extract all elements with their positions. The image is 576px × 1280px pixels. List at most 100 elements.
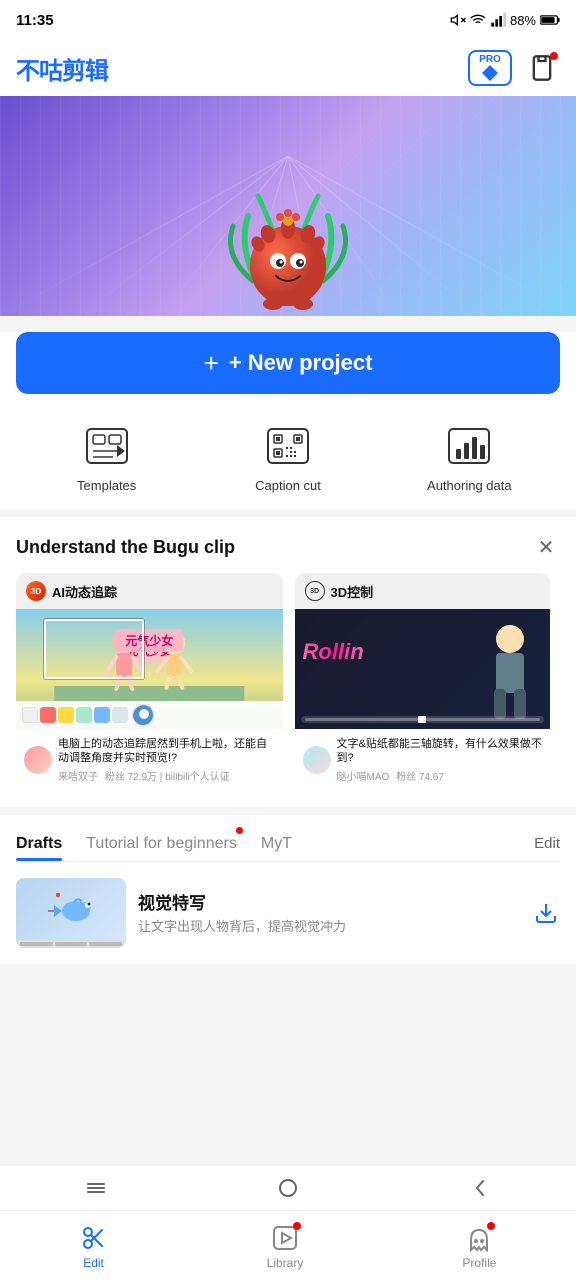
swatch-red xyxy=(40,707,56,723)
recent-apps-icon xyxy=(85,1179,107,1197)
card-fans-3d: 粉丝 74.67 xyxy=(396,772,444,783)
nav-library-label: Library xyxy=(267,1256,304,1270)
monster-svg xyxy=(228,166,348,316)
card-tag-ai: 3D AI动态追踪 xyxy=(16,573,283,609)
understand-title: Understand the Bugu clip xyxy=(16,537,235,558)
wifi-icon xyxy=(470,12,486,28)
card-platform-ai: bilibili个人认证 xyxy=(165,772,229,783)
card-author-row-3d: 文字&贴纸都能三轴旋转，有什么效果做不到? 哒小喵MAO 粉丝 74.67 xyxy=(303,737,543,783)
draft-subtitle: 让文字出现人物背后，提高视觉冲力 xyxy=(138,918,520,936)
battery-text: 88% xyxy=(510,13,536,28)
card-tag-text-ai: AI动态追踪 xyxy=(52,582,117,601)
system-nav-bar xyxy=(0,1166,576,1210)
nav-edit[interactable]: Edit xyxy=(80,1224,108,1270)
draft-info: 视觉特写 让文字出现人物背后，提高视觉冲力 xyxy=(138,889,520,936)
nav-edit-label: Edit xyxy=(83,1256,104,1270)
action-templates[interactable]: Templates xyxy=(16,422,197,493)
tab-drafts[interactable]: Drafts xyxy=(16,827,62,861)
tabs-edit-label: Edit xyxy=(534,835,560,852)
tab-tutorial-label: Tutorial for beginners xyxy=(86,835,237,852)
action-authoring-data[interactable]: Authoring data xyxy=(379,422,560,493)
profile-nav-icon-wrap xyxy=(465,1224,493,1252)
card-fans-ai: 粉丝 72.9万 xyxy=(105,772,157,783)
profile-notification-dot xyxy=(487,1222,495,1230)
tabs-edit-button[interactable]: Edit xyxy=(534,835,560,852)
card-tag-icon-3d: 3D xyxy=(305,581,325,601)
library-notification-dot xyxy=(293,1222,301,1230)
swatch-green xyxy=(76,707,92,723)
card-desc-ai: 电脑上的动态追踪居然到手机上啦，还能自动调整角度并实时预览!? xyxy=(58,737,275,766)
home-icon xyxy=(277,1177,299,1199)
card-tag-text-3d: 3D控制 xyxy=(331,582,374,601)
content-wrapper: + + New project Templates xyxy=(0,96,576,1084)
quick-actions: Templates xyxy=(0,414,576,509)
status-icons: 88% xyxy=(450,12,560,28)
new-project-label: + New project xyxy=(229,350,373,376)
draft-download-button[interactable] xyxy=(532,899,560,927)
nav-library[interactable]: Library xyxy=(267,1224,304,1270)
battery-icon xyxy=(540,14,560,26)
library-nav-icon-wrap xyxy=(271,1224,299,1252)
card-image-ai: 元气少女 xyxy=(16,609,283,729)
feature-card-3d[interactable]: 3D 3D控制 Rollin xyxy=(295,573,551,791)
back-icon xyxy=(471,1177,489,1199)
card-meta-ai: 来咭双子 粉丝 72.9万 | bilibili个人认证 xyxy=(58,768,275,783)
card-tag-icon-ai: 3D xyxy=(26,581,46,601)
plus-icon: + xyxy=(204,350,219,376)
card-info-ai: 电脑上的动态追踪居然到手机上啦，还能自动调整角度并实时预览!? 来咭双子 粉丝 … xyxy=(16,729,283,791)
download-icon xyxy=(534,901,558,925)
status-time: 11:35 xyxy=(16,12,54,29)
swatch-gray xyxy=(112,707,128,723)
card-avatar-3d xyxy=(303,746,331,774)
rollin-text: Rollin xyxy=(303,639,364,665)
color-palette xyxy=(16,701,283,729)
card-info-3d: 文字&贴纸都能三轴旋转，有什么效果做不到? 哒小喵MAO 粉丝 74.67 xyxy=(295,729,551,791)
sys-nav-back[interactable] xyxy=(460,1168,500,1208)
card-meta-3d: 哒小喵MAO 粉丝 74.67 xyxy=(337,768,543,783)
feature-card-ai[interactable]: 3D AI动态追踪 xyxy=(16,573,283,791)
tabs-header: Drafts Tutorial for beginners MyT Edit xyxy=(16,815,560,862)
understand-section: Understand the Bugu clip ✕ 3D AI动态追踪 xyxy=(0,517,576,807)
sys-nav-recent[interactable] xyxy=(76,1168,116,1208)
templates-icon xyxy=(85,427,129,465)
tab-tutorial[interactable]: Tutorial for beginners xyxy=(86,827,237,861)
notification-icon[interactable] xyxy=(524,50,560,86)
tab-myt-label: MyT xyxy=(261,835,292,852)
avatar-small xyxy=(132,704,154,726)
sys-nav-home[interactable] xyxy=(268,1168,308,1208)
swatch-none xyxy=(22,707,38,723)
tab-drafts-label: Drafts xyxy=(16,835,62,852)
nav-profile[interactable]: Profile xyxy=(462,1224,496,1270)
app-header: 不咕剪辑 PRO xyxy=(0,40,576,96)
authoring-data-label: Authoring data xyxy=(427,478,512,493)
new-project-button[interactable]: + + New project xyxy=(16,332,560,394)
draft-thumbnail xyxy=(16,878,126,948)
edit-nav-icon xyxy=(80,1224,108,1252)
card-author-name-3d: 哒小喵MAO xyxy=(337,772,390,783)
app-logo: 不咕剪辑 xyxy=(16,51,108,86)
signal-icon xyxy=(490,12,506,28)
draft-thumb-top xyxy=(16,878,126,940)
close-button[interactable]: ✕ xyxy=(532,533,560,561)
draft-item[interactable]: 视觉特写 让文字出现人物背后，提高视觉冲力 xyxy=(16,862,560,964)
scissors-icon xyxy=(80,1224,108,1252)
mute-icon xyxy=(450,12,466,28)
draft-thumbnail-inner xyxy=(16,878,126,948)
swatch-yellow xyxy=(58,707,74,723)
draft-character-icon xyxy=(46,891,96,927)
action-caption-cut[interactable]: Caption cut xyxy=(197,422,378,493)
pro-text: PRO xyxy=(479,55,501,65)
swatch-blue xyxy=(94,707,110,723)
templates-label: Templates xyxy=(77,478,136,493)
diamond-icon xyxy=(482,65,498,81)
draft-line-2 xyxy=(55,942,88,946)
tab-myt[interactable]: MyT xyxy=(261,827,292,861)
pro-badge[interactable]: PRO xyxy=(468,50,512,86)
caption-cut-icon xyxy=(266,427,310,465)
tabs-section: Drafts Tutorial for beginners MyT Edit xyxy=(0,815,576,964)
card-text-3d: 文字&贴纸都能三轴旋转，有什么效果做不到? 哒小喵MAO 粉丝 74.67 xyxy=(337,737,543,783)
card-desc-3d: 文字&贴纸都能三轴旋转，有什么效果做不到? xyxy=(337,737,543,766)
caption-cut-label: Caption cut xyxy=(255,478,321,493)
notification-dot xyxy=(550,52,558,60)
authoring-data-icon xyxy=(447,427,491,465)
